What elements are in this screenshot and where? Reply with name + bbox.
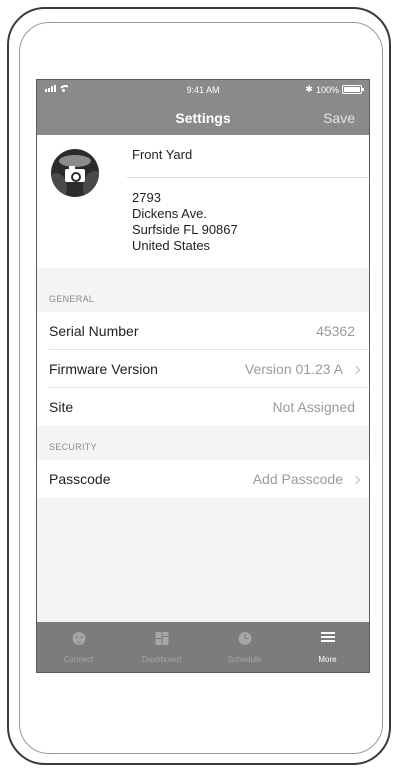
battery-icon <box>342 85 364 94</box>
device-avatar[interactable] <box>51 149 99 197</box>
tab-bar: Connect Dashboard Schedule More <box>37 622 369 672</box>
chevron-right-icon <box>351 365 361 374</box>
firmware-version-row[interactable]: Firmware Version Version 01.23 A <box>37 350 369 388</box>
battery-percent: 100% <box>315 84 339 95</box>
tab-dashboard[interactable]: Dashboard <box>120 622 203 672</box>
save-button[interactable]: Save <box>323 110 355 126</box>
page-title: Settings <box>175 110 231 126</box>
app-screen: 9:41 AM ✱ 100% Settings Save Front Yard … <box>36 79 370 673</box>
row-label: Serial Number <box>49 323 139 339</box>
row-value: Version 01.23 A <box>244 361 343 377</box>
connect-icon <box>72 632 85 645</box>
tab-schedule[interactable]: Schedule <box>203 622 286 672</box>
row-value-group: Version 01.23 A <box>244 361 361 377</box>
tab-label: Schedule <box>227 655 262 664</box>
address-line: United States <box>132 238 211 253</box>
tab-label: Dashboard <box>141 655 182 664</box>
chevron-right-icon <box>351 475 361 484</box>
device-address[interactable]: 2793 Dickens Ave. Surfside FL 90867 Unit… <box>132 190 238 254</box>
row-label: Passcode <box>49 471 111 487</box>
more-icon <box>320 632 335 643</box>
address-line: Surfside FL 90867 <box>132 222 238 237</box>
tab-label: More <box>318 655 337 664</box>
dashboard-icon <box>155 632 168 645</box>
site-row[interactable]: Site Not Assigned <box>37 388 369 426</box>
bluetooth-icon: ✱ <box>305 84 313 94</box>
divider <box>127 177 369 178</box>
row-value: 45362 <box>316 323 355 339</box>
status-bar: 9:41 AM ✱ 100% <box>37 80 369 100</box>
passcode-row[interactable]: Passcode Add Passcode <box>37 460 369 498</box>
tab-more[interactable]: More <box>286 622 369 672</box>
schedule-icon <box>238 632 251 645</box>
camera-icon <box>65 166 85 182</box>
address-line: Dickens Ave. <box>132 206 207 221</box>
section-header-general: GENERAL <box>37 278 369 312</box>
row-label: Firmware Version <box>49 361 158 377</box>
row-value: Not Assigned <box>272 399 356 415</box>
row-value-group: Add Passcode <box>252 471 361 487</box>
row-label: Site <box>49 399 74 415</box>
row-value: Add Passcode <box>252 471 343 487</box>
address-line: 2793 <box>132 190 161 205</box>
device-header: Front Yard 2793 Dickens Ave. Surfside FL… <box>37 135 369 268</box>
section-header-label: SECURITY <box>49 442 97 452</box>
section-header-label: GENERAL <box>49 294 95 304</box>
status-right: ✱ 100% <box>305 84 364 95</box>
nav-bar: Settings Save <box>37 102 369 134</box>
section-header-security: SECURITY <box>37 426 369 460</box>
tab-label: Connect <box>63 655 94 664</box>
top-bar: 9:41 AM ✱ 100% Settings Save <box>37 80 369 135</box>
device-name[interactable]: Front Yard <box>132 147 192 162</box>
serial-number-row: Serial Number 45362 <box>37 312 369 350</box>
tab-connect[interactable]: Connect <box>37 622 120 672</box>
